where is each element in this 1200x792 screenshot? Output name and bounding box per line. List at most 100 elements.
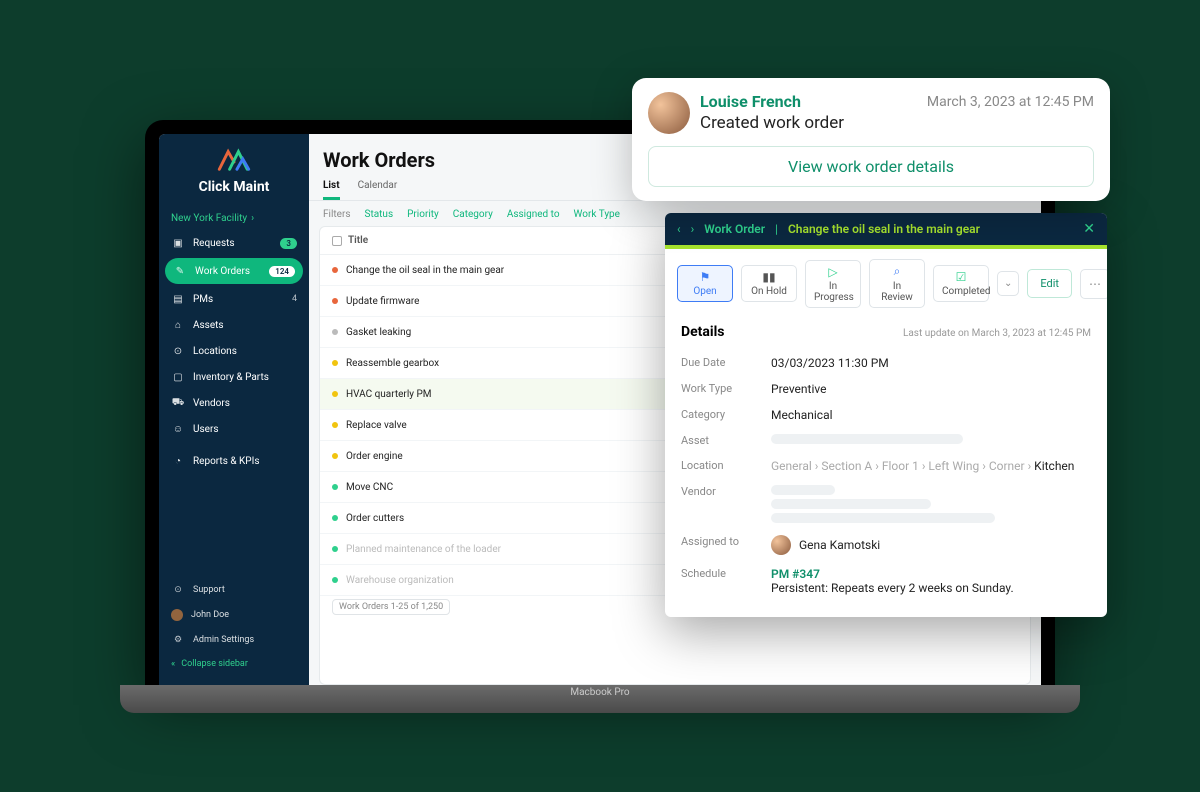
sidebar-item-locations[interactable]: ⊙ Locations bbox=[159, 338, 309, 364]
prev-icon[interactable]: ‹ bbox=[677, 222, 681, 236]
sidebar-item-users[interactable]: ☺ Users bbox=[159, 416, 309, 442]
filter-assigned[interactable]: Assigned to bbox=[507, 209, 560, 220]
filter-status[interactable]: Status bbox=[365, 209, 394, 220]
sidebar-user[interactable]: John Doe bbox=[159, 603, 309, 627]
collapse-sidebar[interactable]: « Collapse sidebar bbox=[159, 653, 309, 675]
chevron-right-icon: › bbox=[251, 213, 254, 224]
facility-selector[interactable]: New York Facility › bbox=[159, 207, 309, 230]
play-icon: ▷ bbox=[814, 265, 852, 279]
status-completed[interactable]: ☑Completed bbox=[933, 265, 989, 302]
col-title[interactable]: Title bbox=[348, 235, 368, 246]
status-onhold[interactable]: ▮▮On Hold bbox=[741, 265, 797, 302]
status-inprogress[interactable]: ▷In Progress bbox=[805, 260, 861, 308]
collapse-label: Collapse sidebar bbox=[181, 659, 248, 669]
divider: | bbox=[775, 222, 778, 236]
priority-dot bbox=[332, 422, 338, 428]
priority-dot bbox=[332, 546, 338, 552]
sidebar-item-assets[interactable]: ⌂ Assets bbox=[159, 312, 309, 338]
sidebar-item-label: Assets bbox=[193, 320, 224, 331]
panel-header: ‹ › Work Order | Change the oil seal in … bbox=[665, 213, 1107, 249]
laptop-label: Macbook Pro bbox=[570, 687, 629, 698]
sidebar-item-vendors[interactable]: ⛟ Vendors bbox=[159, 390, 309, 416]
sidebar-support[interactable]: ⊙ Support bbox=[159, 577, 309, 603]
sidebar: Click Maint New York Facility › ▣ Reques… bbox=[159, 134, 309, 685]
sidebar-item-label: Inventory & Parts bbox=[193, 372, 269, 383]
field-label: Schedule bbox=[681, 567, 771, 595]
status-open[interactable]: ⚑Open bbox=[677, 265, 733, 302]
field-label: Assigned to bbox=[681, 535, 771, 555]
edit-button[interactable]: Edit bbox=[1027, 269, 1072, 298]
sidebar-item-label: Admin Settings bbox=[193, 635, 254, 645]
more-statuses[interactable]: ⌄ bbox=[997, 271, 1019, 296]
assigned-value: Gena Kamotski bbox=[771, 535, 1091, 555]
sidebar-item-label: Support bbox=[193, 585, 225, 595]
panel-title: Change the oil seal in the main gear bbox=[788, 222, 980, 236]
select-all-checkbox[interactable] bbox=[332, 236, 342, 246]
status-inreview[interactable]: ⌕In Review bbox=[869, 259, 925, 308]
sidebar-item-inventory[interactable]: ▢ Inventory & Parts bbox=[159, 364, 309, 390]
priority-dot bbox=[332, 267, 338, 273]
box-icon: ▢ bbox=[171, 370, 185, 384]
sidebar-item-requests[interactable]: ▣ Requests 3 bbox=[159, 230, 309, 256]
users-icon: ☺ bbox=[171, 422, 185, 436]
next-icon[interactable]: › bbox=[691, 222, 695, 236]
tab-calendar[interactable]: Calendar bbox=[358, 176, 398, 200]
sidebar-item-label: Vendors bbox=[193, 398, 230, 409]
logo: Click Maint bbox=[159, 144, 309, 195]
badge: 3 bbox=[280, 238, 297, 249]
priority-dot bbox=[332, 329, 338, 335]
sidebar-item-label: John Doe bbox=[191, 610, 229, 620]
view-details-button[interactable]: View work order details bbox=[648, 146, 1094, 187]
filter-priority[interactable]: Priority bbox=[407, 209, 439, 220]
badge: 124 bbox=[269, 266, 295, 277]
panel-label: Work Order bbox=[704, 222, 765, 236]
sidebar-item-label: Users bbox=[193, 424, 219, 435]
facility-label: New York Facility bbox=[171, 213, 247, 224]
requests-icon: ▣ bbox=[171, 236, 185, 250]
search-icon: ⌕ bbox=[878, 264, 916, 279]
more-button[interactable]: ⋯ bbox=[1080, 269, 1107, 299]
field-label: Category bbox=[681, 408, 771, 422]
wrench-icon: ✎ bbox=[173, 264, 187, 278]
truck-icon: ⛟ bbox=[171, 396, 185, 410]
filter-worktype[interactable]: Work Type bbox=[574, 209, 620, 220]
priority-dot bbox=[332, 577, 338, 583]
brand-name: Click Maint bbox=[159, 179, 309, 195]
close-icon[interactable]: ✕ bbox=[1083, 221, 1095, 237]
last-update: Last update on March 3, 2023 at 12:45 PM bbox=[903, 328, 1091, 339]
field-label: Due Date bbox=[681, 356, 771, 370]
avatar bbox=[771, 535, 791, 555]
support-icon: ⊙ bbox=[171, 583, 185, 597]
notif-user: Louise French bbox=[700, 92, 801, 111]
priority-dot bbox=[332, 298, 338, 304]
notif-action: Created work order bbox=[700, 113, 1094, 133]
priority-dot bbox=[332, 453, 338, 459]
sidebar-item-reports[interactable]: ◔ Reports & KPIs bbox=[159, 448, 309, 474]
page-title: Work Orders bbox=[323, 148, 435, 172]
pagination-info: Work Orders 1-25 of 1,250 bbox=[332, 599, 450, 615]
schedule-link[interactable]: PM #347 bbox=[771, 567, 820, 581]
priority-dot bbox=[332, 484, 338, 490]
chevron-left-icon: « bbox=[171, 659, 175, 669]
field-label: Location bbox=[681, 459, 771, 473]
field-label: Asset bbox=[681, 434, 771, 447]
sidebar-item-pms[interactable]: ▤ PMs 4 bbox=[159, 286, 309, 312]
sidebar-item-work-orders[interactable]: ✎ Work Orders 124 bbox=[165, 258, 303, 284]
filter-category[interactable]: Category bbox=[453, 209, 493, 220]
priority-dot bbox=[332, 515, 338, 521]
count: 4 bbox=[292, 294, 297, 304]
sidebar-admin[interactable]: ⚙ Admin Settings bbox=[159, 627, 309, 653]
chart-icon: ◔ bbox=[171, 454, 185, 468]
priority-dot bbox=[332, 360, 338, 366]
sidebar-item-label: Work Orders bbox=[195, 266, 250, 277]
sidebar-item-label: Reports & KPIs bbox=[193, 456, 260, 467]
field-label: Work Type bbox=[681, 382, 771, 396]
check-icon: ☑ bbox=[942, 270, 980, 284]
avatar-icon bbox=[171, 609, 183, 621]
pin-icon: ⊙ bbox=[171, 344, 185, 358]
flag-icon: ⚑ bbox=[686, 270, 724, 284]
assets-icon: ⌂ bbox=[171, 318, 185, 332]
tab-list[interactable]: List bbox=[323, 176, 340, 200]
notif-time: March 3, 2023 at 12:45 PM bbox=[927, 94, 1094, 110]
vendor-value bbox=[771, 485, 1091, 523]
